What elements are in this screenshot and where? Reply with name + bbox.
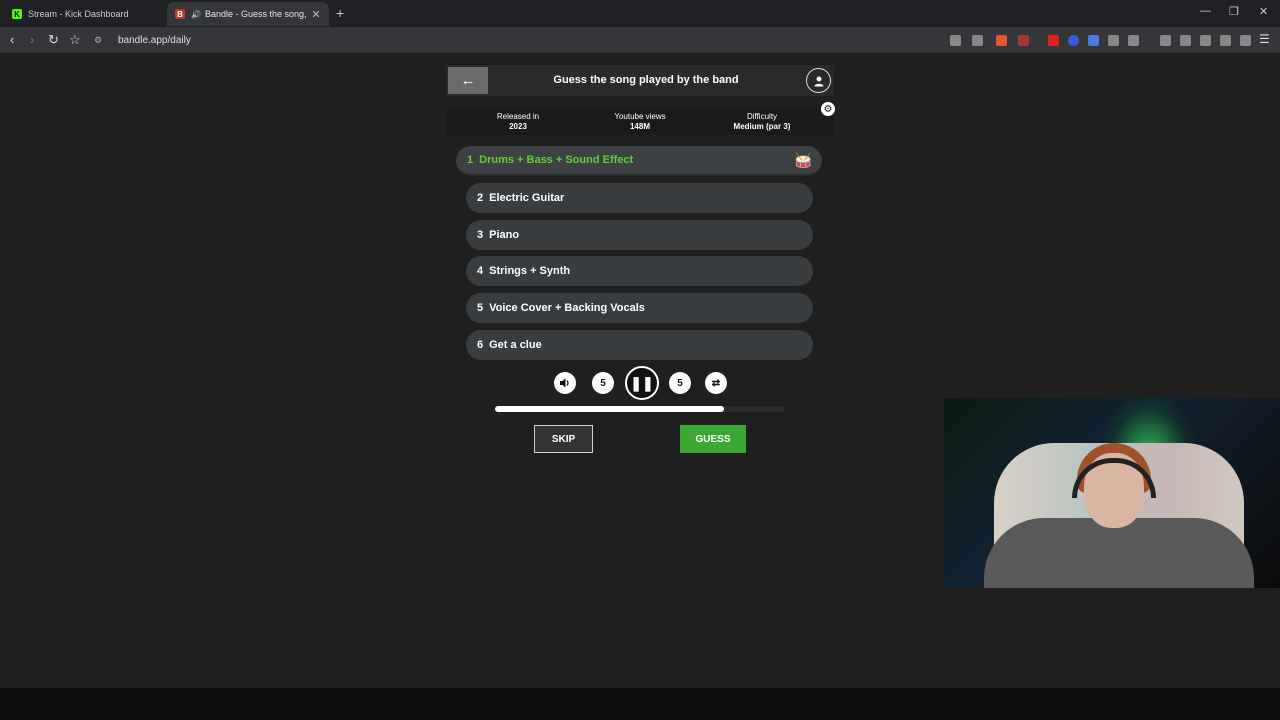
page-title: Guess the song played by the band: [553, 74, 739, 86]
track-label: Electric Guitar: [489, 192, 565, 204]
progress-fill: [495, 406, 725, 412]
pause-icon: ❚❚: [630, 374, 654, 391]
extension-icon[interactable]: [1128, 35, 1139, 46]
track-number: 2: [477, 192, 484, 204]
reload-icon[interactable]: ↻: [48, 32, 59, 48]
browser-toolbar: ‹ › ↻ ☆ ⚙ bandle.app/daily ☰: [0, 27, 1280, 53]
track-label: Strings + Synth: [489, 265, 571, 277]
webcam-overlay: [944, 398, 1280, 588]
rewind-icon: 5: [600, 377, 606, 389]
difficulty-info: Difficulty Medium (par 3): [722, 112, 802, 132]
bookmark-icon[interactable]: ☆: [69, 32, 81, 48]
speaker-icon[interactable]: 🔊: [191, 10, 201, 19]
track-item-5[interactable]: 5 Voice Cover + Backing Vocals: [466, 293, 813, 323]
release-info: Released in 2023: [486, 112, 550, 132]
extension-icon[interactable]: [1048, 35, 1059, 46]
forward-icon: 5: [677, 377, 683, 389]
views-info: Youtube views 148M: [606, 112, 674, 132]
user-profile-button[interactable]: [806, 68, 831, 93]
brave-shield-icon[interactable]: [996, 35, 1007, 46]
volume-button[interactable]: [554, 372, 576, 394]
track-item-3[interactable]: 3 Piano: [466, 220, 813, 250]
vpn-icon[interactable]: [1240, 35, 1251, 46]
skip-button[interactable]: SKIP: [534, 425, 593, 453]
track-item-4[interactable]: 4 Strings + Synth: [466, 256, 813, 286]
tab-kick-dashboard[interactable]: K Stream - Kick Dashboard: [4, 2, 164, 26]
tab-bandle[interactable]: B 🔊 Bandle - Guess the song, one ✕: [167, 2, 329, 26]
loop-off-button[interactable]: ⇄: [705, 372, 727, 394]
track-number: 3: [477, 229, 484, 241]
restore-button[interactable]: ❐: [1229, 5, 1239, 18]
new-tab-button[interactable]: +: [336, 5, 344, 21]
pause-button[interactable]: ❚❚: [625, 366, 659, 400]
menu-icon[interactable]: ☰: [1259, 32, 1270, 46]
app-header: ← Guess the song played by the band: [446, 65, 834, 96]
drum-kit-icon: 🥁: [794, 152, 812, 168]
back-nav-icon[interactable]: ‹: [10, 32, 14, 47]
browser-tab-bar: K Stream - Kick Dashboard B 🔊 Bandle - G…: [0, 0, 1280, 27]
tab-close-icon[interactable]: ✕: [309, 8, 323, 21]
tab-title: Stream - Kick Dashboard: [28, 9, 129, 19]
info-value: Medium (par 3): [733, 122, 791, 131]
extension-icon[interactable]: [1088, 35, 1099, 46]
track-label: Piano: [489, 229, 520, 241]
url-text: bandle.app/daily: [118, 34, 191, 46]
forward-nav-icon[interactable]: ›: [30, 32, 34, 47]
kick-favicon-icon: K: [12, 9, 22, 19]
cast-icon[interactable]: [950, 35, 961, 46]
track-item-2[interactable]: 2 Electric Guitar: [466, 183, 813, 213]
repeat-off-icon: ⇄: [711, 377, 721, 389]
volume-icon: [560, 378, 569, 388]
guess-button[interactable]: GUESS: [680, 425, 746, 453]
track-label: Drums + Bass + Sound Effect: [479, 154, 634, 166]
info-value: 148M: [629, 122, 650, 131]
track-number: 4: [477, 265, 484, 277]
track-number: 1: [467, 154, 474, 166]
info-label: Difficulty: [746, 112, 778, 121]
track-item-1[interactable]: 1 Drums + Bass + Sound Effect 🥁: [456, 146, 822, 176]
info-label: Youtube views: [614, 112, 666, 121]
user-icon: [814, 76, 823, 86]
track-label: Get a clue: [489, 339, 542, 351]
music-icon[interactable]: [1160, 35, 1171, 46]
sidebar-icon[interactable]: [1180, 35, 1191, 46]
minimize-button[interactable]: —: [1200, 5, 1211, 17]
extensions-puzzle-icon[interactable]: [1108, 35, 1119, 46]
leo-ai-icon[interactable]: [1220, 35, 1231, 46]
info-value: 2023: [509, 122, 527, 131]
bottom-strip: [0, 688, 1280, 720]
wallet-icon[interactable]: [1200, 35, 1211, 46]
rewards-icon[interactable]: [1018, 35, 1029, 46]
forward-5-button[interactable]: 5: [669, 372, 691, 394]
share-icon[interactable]: [972, 35, 983, 46]
track-item-6[interactable]: 6 Get a clue: [466, 330, 813, 360]
rewind-5-button[interactable]: 5: [592, 372, 614, 394]
track-number: 5: [477, 302, 484, 314]
tab-title: Bandle - Guess the song, one: [204, 9, 309, 19]
playback-progress-bar[interactable]: [495, 406, 785, 412]
track-number: 6: [477, 339, 484, 351]
streamer-body: [984, 518, 1254, 588]
back-button[interactable]: ←: [448, 67, 488, 94]
site-info-icon[interactable]: ⚙: [94, 35, 108, 46]
address-bar[interactable]: ⚙ bandle.app/daily: [88, 30, 1148, 50]
settings-gear-icon[interactable]: ⚙: [821, 102, 835, 116]
info-label: Released in: [496, 112, 540, 121]
close-window-button[interactable]: ✕: [1259, 5, 1268, 18]
bandle-favicon-icon: B: [175, 9, 185, 19]
song-info-bar: Released in 2023 Youtube views 148M Diff…: [446, 108, 834, 135]
track-label: Voice Cover + Backing Vocals: [489, 302, 645, 314]
extension-icon[interactable]: [1068, 35, 1079, 46]
